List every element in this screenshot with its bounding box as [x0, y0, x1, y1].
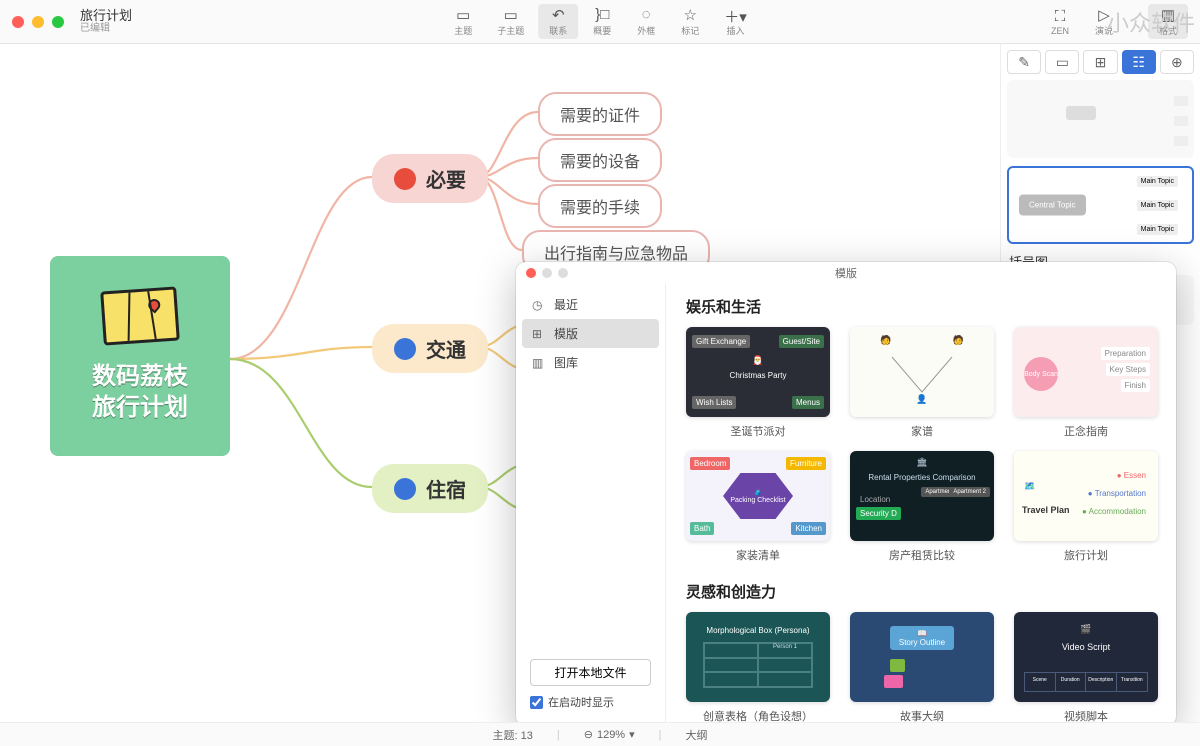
template-christmas[interactable]: Christmas Party🎅Gift ExchangeGuest/SiteW… — [686, 327, 830, 439]
template-modal-titlebar[interactable]: 模版 — [516, 262, 1176, 284]
template-morphological[interactable]: Morphological Box (Persona)Person 1 创意表格… — [686, 612, 830, 724]
template-video[interactable]: 🎬Video ScriptSceneDurationDescriptionTra… — [1014, 612, 1158, 724]
zen-button[interactable]: ⛶ZEN — [1040, 6, 1080, 38]
sidebar-recent[interactable]: ◷最近 — [516, 290, 665, 319]
style-tab-icon[interactable]: ✎ — [1007, 50, 1041, 74]
subtopic-icon: ▭ — [504, 6, 518, 24]
boundary-icon: ◌ — [642, 6, 651, 24]
chevron-down-icon[interactable]: ▾ — [629, 728, 635, 741]
outline-toggle[interactable]: 大纲 — [685, 727, 707, 743]
grid-icon: ⊞ — [532, 327, 546, 341]
marker-icon: ☆ — [684, 6, 697, 24]
template-modal: 模版 ◷最近 ⊞模版 ▥图库 打开本地文件 在启动时显示 娱乐和生活 Chris… — [516, 262, 1176, 726]
leaf-equipment[interactable]: 需要的设备 — [538, 138, 662, 182]
map-icon — [100, 286, 180, 345]
template-family[interactable]: 🧑🧑👤 家谱 — [850, 327, 994, 439]
status-bar: 主题: 13 | ⊖129%▾ | 大纲 — [0, 722, 1200, 746]
branch-essential[interactable]: 必要 — [372, 154, 488, 203]
window-controls — [12, 16, 64, 28]
library-icon: ▥ — [532, 356, 546, 370]
insert-button[interactable]: ＋▾插入 — [714, 4, 757, 39]
map-tab-icon[interactable]: ⊞ — [1083, 50, 1117, 74]
zoom-control[interactable]: ⊖129%▾ — [584, 728, 635, 741]
document-title-block: 旅行计划 已编辑 — [80, 8, 132, 36]
main-toolbar: 旅行计划 已编辑 ▭主题 ▭子主题 ↶联系 }□概要 ◌外框 ☆标记 ＋▾插入 … — [0, 0, 1200, 44]
relationship-icon: ↶ — [552, 6, 565, 24]
present-button[interactable]: ▷演说 — [1084, 4, 1124, 39]
modal-title: 模版 — [835, 265, 857, 281]
template-mindful[interactable]: Body ScanPreparationKey StepsFinish 正念指南 — [1014, 327, 1158, 439]
template-rental[interactable]: 🏛Rental Properties ComparisonLocationSec… — [850, 451, 994, 563]
dot-icon — [394, 478, 416, 500]
maximize-window-button[interactable] — [52, 16, 64, 28]
template-story[interactable]: 📖Story Outline 故事大纲 — [850, 612, 994, 724]
subtopic-button[interactable]: ▭子主题 — [487, 4, 534, 39]
document-status: 已编辑 — [80, 23, 132, 35]
minimize-window-button[interactable] — [32, 16, 44, 28]
topic-count: 主题: 13 — [493, 727, 533, 743]
show-on-launch-checkbox[interactable]: 在启动时显示 — [530, 694, 651, 710]
video-tab-icon[interactable]: ▭ — [1045, 50, 1079, 74]
zen-icon: ⛶ — [1055, 8, 1066, 26]
thumb-central-label: Central Topic — [1019, 195, 1086, 216]
present-icon: ▷ — [1098, 6, 1110, 24]
root-line2: 旅行计划 — [92, 392, 188, 423]
layout-thumb-2-selected[interactable]: Central Topic Main Topic Main Topic Main… — [1007, 166, 1194, 244]
zoom-out-icon[interactable]: ⊖ — [584, 728, 593, 741]
skeleton-tab-icon[interactable]: ⊕ — [1160, 50, 1194, 74]
category-life: 娱乐和生活 — [686, 296, 1156, 317]
dot-icon — [394, 338, 416, 360]
sidebar-library[interactable]: ▥图库 — [516, 348, 665, 377]
layout-thumb-1[interactable] — [1007, 80, 1194, 158]
open-local-file-button[interactable]: 打开本地文件 — [530, 659, 651, 686]
boundary-button[interactable]: ◌外框 — [626, 4, 666, 39]
relationship-button[interactable]: ↶联系 — [538, 4, 578, 39]
branch-transport[interactable]: 交通 — [372, 324, 488, 373]
summary-button[interactable]: }□概要 — [582, 4, 622, 39]
template-sidebar: ◷最近 ⊞模版 ▥图库 打开本地文件 在启动时显示 — [516, 284, 666, 726]
template-content: 娱乐和生活 Christmas Party🎅Gift ExchangeGuest… — [666, 284, 1176, 726]
branch-accommodation[interactable]: 住宿 — [372, 464, 488, 513]
root-topic[interactable]: 数码荔枝 旅行计划 — [50, 256, 230, 456]
dot-icon — [394, 168, 416, 190]
format-icon: ▥ — [1161, 6, 1175, 24]
structure-tab-icon[interactable]: ☷ — [1122, 50, 1156, 74]
show-on-launch-input[interactable] — [530, 696, 543, 709]
marker-button[interactable]: ☆标记 — [670, 4, 710, 39]
leaf-procedures[interactable]: 需要的手续 — [538, 184, 662, 228]
template-travel[interactable]: 🗺️Travel Plan● Essen● Transportation● Ac… — [1014, 451, 1158, 563]
category-creative: 灵感和创造力 — [686, 581, 1156, 602]
topic-button[interactable]: ▭主题 — [443, 4, 483, 39]
document-title: 旅行计划 — [80, 8, 132, 24]
sidebar-templates[interactable]: ⊞模版 — [522, 319, 659, 348]
template-packing[interactable]: 🧳Packing ChecklistBedroomFurniture Bath … — [686, 451, 830, 563]
format-button[interactable]: ▥格式 — [1148, 4, 1188, 39]
root-line1: 数码荔枝 — [92, 361, 188, 392]
close-window-button[interactable] — [12, 16, 24, 28]
leaf-documents[interactable]: 需要的证件 — [538, 92, 662, 136]
summary-icon: }□ — [595, 6, 609, 24]
modal-close-button[interactable] — [526, 268, 536, 278]
topic-icon: ▭ — [456, 6, 470, 24]
insert-icon: ＋▾ — [724, 6, 747, 24]
clock-icon: ◷ — [532, 298, 546, 312]
